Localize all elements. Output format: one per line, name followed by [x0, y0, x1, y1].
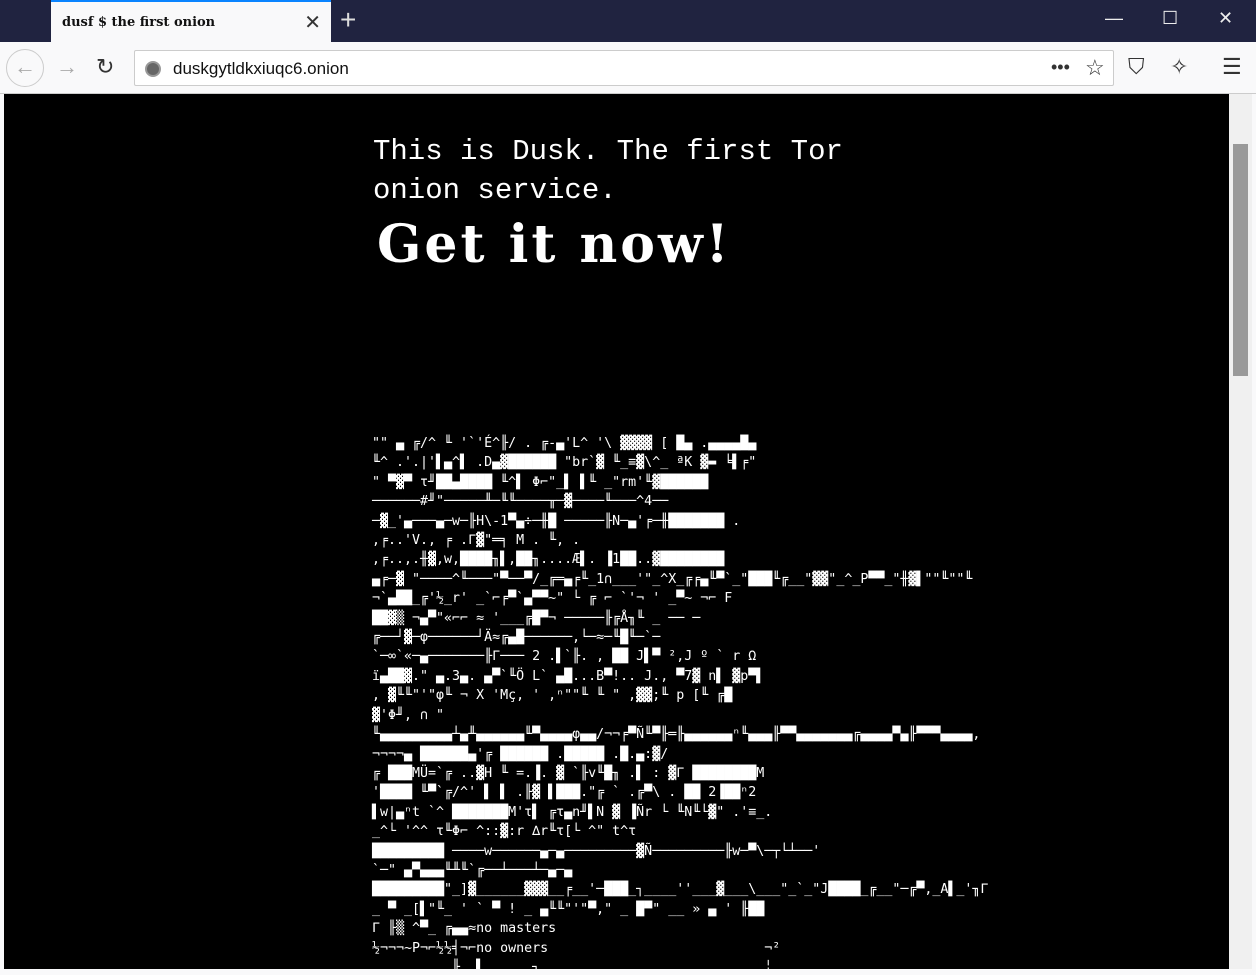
art-line: ╟ ▌ ┐ ╎	[372, 959, 773, 969]
broom-icon[interactable]: ✧	[1170, 54, 1188, 80]
art-line: ½¬¬¬~P¬⌐½½╡¬⌐no owners ¬²	[372, 940, 781, 956]
close-window-icon[interactable]: ✕	[1218, 8, 1233, 29]
page-content: This is Dusk. The first Tor onion servic…	[4, 94, 1229, 969]
art-line: ,╒..,.╫▓,w,████╖▌,██╖....Æ▌. ▐1██..▓████…	[372, 552, 725, 568]
art-line: ╙▄▄▄▄▄▄▄▄▄┴▄╨▄▄▄▄▄▄╙▀▄▄▄▄φ▄▄/¬¬╒▀Ñ╙▀╟═╟▄…	[372, 727, 981, 743]
art-line: "" ▄ ╔/^ ╙ '`'É^╟/ . ╔-▄'L^ '\ ▓▓▓▓ [ █▄…	[372, 436, 757, 451]
nav-bar: ← → ↻ duskgytldkxiuqc6.onion ••• ☆ ⛉ ✧ ☰	[0, 42, 1256, 94]
ascii-art: "" ▄ ╔/^ ╙ '`'É^╟/ . ╔-▄'L^ '\ ▓▓▓▓ [ █▄…	[372, 434, 988, 969]
art-line: ─▓_'▄───▄─w─╟H\-1▀▄÷─╫█ ─────╟N─▄'╒─╫███…	[372, 513, 741, 529]
scrollbar-thumb[interactable]	[1233, 144, 1248, 376]
art-line: `─" ▄▀▄▄▄╙╨╙`╔──┴───┴─▄─▄	[372, 862, 573, 878]
art-line: ▓'Φ╜, ∩ "	[372, 707, 445, 723]
tab-title: dusf $ the first onion	[62, 15, 216, 30]
headline: Get it now!	[377, 214, 732, 275]
intro-text: This is Dusk. The first Tor onion servic…	[373, 135, 843, 207]
onion-icon	[145, 61, 161, 77]
art-line: ──────#╜"─────╨─╙╙────╥─▓────╙───^4──	[372, 494, 669, 510]
close-tab-icon[interactable]: ✕	[304, 10, 321, 35]
art-line: _^└ '^^ τ╙Φ⌐ ^::▓:r ∆r╙τ[└ ^" t^τ	[372, 824, 637, 840]
art-line: " ▀▓▀ τ╜██▄████ ╙^▌ Φ⌐"_▌ ▌╙ _"rm'╙▓████…	[372, 474, 709, 490]
art-line: ¬`▄██_╔'½_r' _`⌐╒▀`▄▀▀~" └ ╔ ⌐ `'¬ ' _▀~…	[372, 591, 733, 607]
new-tab-icon[interactable]: +	[340, 4, 356, 36]
forward-icon[interactable]: →	[56, 54, 78, 80]
back-icon[interactable]: ←	[6, 49, 44, 87]
url-text[interactable]: duskgytldkxiuqc6.onion	[173, 59, 349, 79]
art-line: ██▓▒ ¬▄▀"«⌐⌐ ≈ '___╔█▀¬ ─────╟╔Å╖╙ _ ── …	[372, 610, 701, 626]
reload-icon[interactable]: ↻	[96, 54, 114, 80]
art-line: '████ ╙▀`╔/^' ▌ ▌ .╟▓ ▌███."╔ ` .╔▀\ . █…	[372, 785, 757, 801]
art-line: ▌w|▄ⁿt `^ ███████M'τ▌ ╔τ▄n╜▌N ▓ ▐Ñr └ ╙N…	[372, 804, 773, 820]
bookmark-star-icon[interactable]: ☆	[1085, 55, 1105, 81]
shield-icon[interactable]: ⛉	[1128, 54, 1145, 80]
art-line: ╔──┘▓─φ──────┘Ä≈╔▄█──────,└─≈─╙█╙─`─	[372, 630, 661, 646]
tab-active[interactable]: dusf $ the first onion ✕	[51, 0, 331, 42]
art-line: ▄╒─▓ "────^╙───"▀──▀/_╔═▄╒╙_1∩___'"_^X_╔…	[372, 571, 973, 587]
url-bar[interactable]: duskgytldkxiuqc6.onion ••• ☆	[134, 50, 1114, 86]
art-line: █████████ ────w──────▄─▄─────────▓Ñ─────…	[372, 843, 821, 859]
art-line: Γ ╟▒ ^▀_ ╔▄▄≈no masters	[372, 921, 557, 937]
art-line: , ▓╙╙"'"φ╙ ¬ X 'Mç, ' ,ⁿ""╙ ╙ " ,▓▓;╙ p …	[372, 688, 733, 704]
art-line: ¬¬¬¬▄ ██████▄'╔ ██████ .█████ .█.▄:▓/	[372, 746, 669, 762]
tab-bar: dusf $ the first onion ✕ + — ☐ ✕	[0, 0, 1256, 42]
art-line: ,╒..'V., ╒ .Γ▓"═╕ M . ╙, .	[372, 533, 581, 549]
art-line: _ ▀ _[▌"╙_ ' ` ▀ ! _ ▄╙╙"'"▀," _ █▀" __ …	[372, 901, 765, 917]
art-line: ╔ ███MÜ=`╔ ..▓H ╙ =.▐. ▓ `╟v╙█╖ .▌ : ▓Γ …	[372, 765, 765, 781]
art-line: `─∞`«─▄───────╟Γ─── 2 .▌`╟. , ██ J▌▀ ²,J…	[372, 649, 757, 665]
menu-icon[interactable]: ☰	[1222, 54, 1242, 80]
art-line: ╙^ .'.|'▌▄^▌ .D▄▓██████ "br`▓ ╙_≡▓\^_ ªK…	[372, 455, 757, 471]
art-line: █████████"_]▓______▓▓▓__╒__'─███_┐____''…	[372, 882, 989, 898]
art-line: ï▄██▓." ▄.3▄. ▄▀`╙Ö L` ▄█...B▀!.. J., ▀7…	[372, 668, 765, 684]
scrollbar[interactable]	[1229, 94, 1252, 969]
minimize-icon[interactable]: —	[1105, 8, 1123, 29]
more-icon[interactable]: •••	[1051, 57, 1070, 78]
maximize-icon[interactable]: ☐	[1162, 8, 1178, 29]
